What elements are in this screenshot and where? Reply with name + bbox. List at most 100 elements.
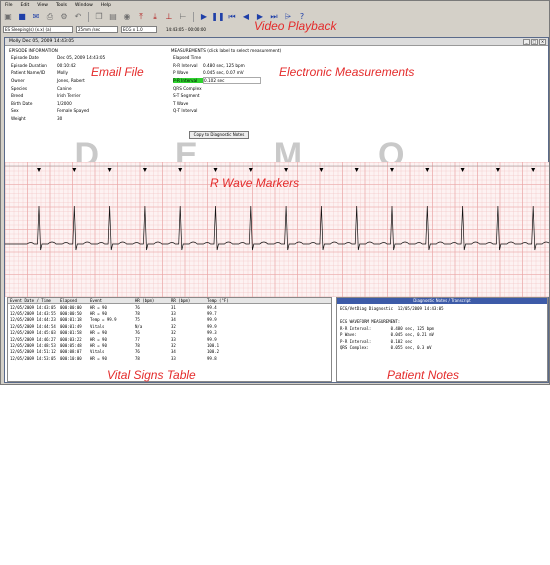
table-cell: 33 [171,311,176,317]
vitals-col-header[interactable]: RR (bpm) [171,298,207,303]
table-row[interactable]: 12/05/2009 14:53:05 000:10:00 HR = 90 78 33 9… [8,355,331,361]
speed-combo[interactable]: 25mm /sec [76,25,118,33]
table-cell: 32 [171,330,176,336]
episode-window-titlebar: Molly Dec 05, 2009 14:43:05 _ □ × [5,38,548,46]
vital-signs-table-label: Vital Signs Table [107,368,196,382]
episode-field-label: Episode Date [11,55,39,61]
undo-icon[interactable]: ↶ [73,12,83,22]
measurement-row[interactable]: Q-T Interval [151,107,301,115]
table-cell: 76 [135,330,140,336]
vitals-col-header[interactable]: HR (bpm) [135,298,171,303]
episode-field-label: Breed [11,93,24,99]
vitals-col-header[interactable]: Event [90,298,135,303]
minimize-icon[interactable]: _ [523,38,530,45]
video-playback-label: Video Playback [254,19,337,33]
settings-icon[interactable]: ⚙ [59,12,69,22]
table-cell: 12/05/2009 14:51:12 [10,349,56,355]
measurement-label[interactable]: S-T Segment [173,93,203,98]
table-cell: 000:08:07 [60,349,82,355]
episode-header: EPISODE INFORMATION [9,48,58,53]
table-cell: 000:10:00 [60,355,82,361]
step-back-icon[interactable]: ◀ [241,12,251,22]
copy-icon[interactable]: ❐ [94,12,104,22]
paste-icon[interactable]: ▤ [108,12,118,22]
eye-icon[interactable]: ◉ [122,12,132,22]
vitals-col-header[interactable]: Temp (°F) [207,298,241,303]
marker-icon[interactable]: ⊥ [164,12,174,22]
measurement-label[interactable]: T Wave [173,101,203,106]
measurement-value: 0.102 sec [203,77,261,85]
menu-window[interactable]: Window [74,3,94,8]
close-icon[interactable]: × [539,38,546,45]
table-cell: 99.9 [207,317,217,323]
episode-field-label: Sex [11,108,19,114]
episode-field-label: Species [11,85,28,91]
table-cell: 32 [171,323,176,329]
email-icon[interactable]: ✉ [31,12,41,22]
table-cell: Temp = 99.9 [90,317,117,323]
print-icon[interactable]: ⎙ [45,12,55,22]
episode-field-label: Patient Name/ID [11,70,46,76]
file-combo[interactable]: ES Sleeping(s) (x.x) (a) [3,25,73,33]
table-cell: 99.9 [207,323,217,329]
menu-file[interactable]: File [4,3,14,8]
table-cell: 33 [171,336,176,342]
menu-view[interactable]: View [36,3,49,8]
episode-row: Episode Date Dec 05, 2009 14:43:05 [9,54,174,62]
table-cell: 12/05/2009 14:43:55 [10,311,56,317]
menu-tools[interactable]: Tools [55,3,68,8]
gain-combo[interactable]: ECG x 1.0 [121,25,157,33]
table-cell: 100.1 [207,343,220,349]
pause-icon[interactable]: ❚❚ [211,12,224,22]
table-cell: 77 [135,336,140,342]
table-cell: HR = 90 [90,336,107,342]
open-icon[interactable]: ▣ [3,12,13,22]
table-cell: Vitals [90,349,105,355]
table-cell: N/a [135,323,143,329]
menu-help[interactable]: Help [100,3,112,8]
table-cell: HR = 90 [90,355,107,361]
rewind-icon[interactable]: ⏮ [227,12,237,22]
table-cell: Vitals [90,323,105,329]
table-cell: 12/05/2009 14:45:03 [10,330,56,336]
measurement-label[interactable]: P Wave [173,70,203,75]
table-cell: 000:00:00 [60,304,82,310]
table-cell: HR = 90 [90,343,107,349]
table-cell: 99.3 [207,330,217,336]
table-cell: 78 [135,355,140,361]
table-cell: 000:01:18 [60,317,82,323]
download-icon[interactable]: ⤓ [150,12,160,22]
episode-window: Molly Dec 05, 2009 14:43:05 _ □ × EPISOD… [4,37,549,383]
table-cell: 33 [171,355,176,361]
table-cell: 000:03:22 [60,336,82,342]
caliper-icon[interactable]: ⊢ [178,12,188,22]
measurement-label[interactable]: Q-T Interval [173,108,203,113]
table-cell: 34 [171,349,176,355]
measurement-row[interactable]: T Wave [151,100,301,108]
measurement-label[interactable]: R-R Interval [173,63,203,68]
vitals-col-header[interactable]: Event Date / Time [8,298,60,303]
episode-field-label: Birth Date [11,100,33,106]
table-cell: 99.9 [207,336,217,342]
play-icon[interactable]: ▶ [199,12,209,22]
episode-field-label: Episode Duration [11,62,47,68]
menu-bar: File Edit View Tools Window Help [1,1,549,9]
measurement-label[interactable]: P-R Interval [173,78,203,84]
menu-edit[interactable]: Edit [20,3,31,8]
table-cell: HR = 90 [90,311,107,317]
measurement-row[interactable]: S-T Segment [151,92,301,100]
r-wave-markers-label: R Wave Markers [210,176,300,190]
patient-notes-label: Patient Notes [387,368,460,382]
toolbar-separator [193,12,194,22]
measurement-row[interactable]: QRS Complex [151,84,301,92]
upload-icon[interactable]: ⤒ [136,12,146,22]
save-icon[interactable]: ■ [17,12,27,22]
notes-text[interactable]: ECG/VetDiag Diagnostic 12/05/2009 14:43:… [337,304,547,354]
measurement-label[interactable]: QRS Complex [173,86,203,91]
table-cell: 76 [135,304,140,310]
measurements-header: MEASUREMENTS (click label to select meas… [170,48,282,53]
vitals-col-header[interactable]: Elapsed [60,298,90,303]
measurement-label[interactable]: Elapsed Time [173,55,203,60]
measurement-row[interactable]: Elapsed Time [151,54,301,62]
maximize-icon[interactable]: □ [531,38,538,45]
